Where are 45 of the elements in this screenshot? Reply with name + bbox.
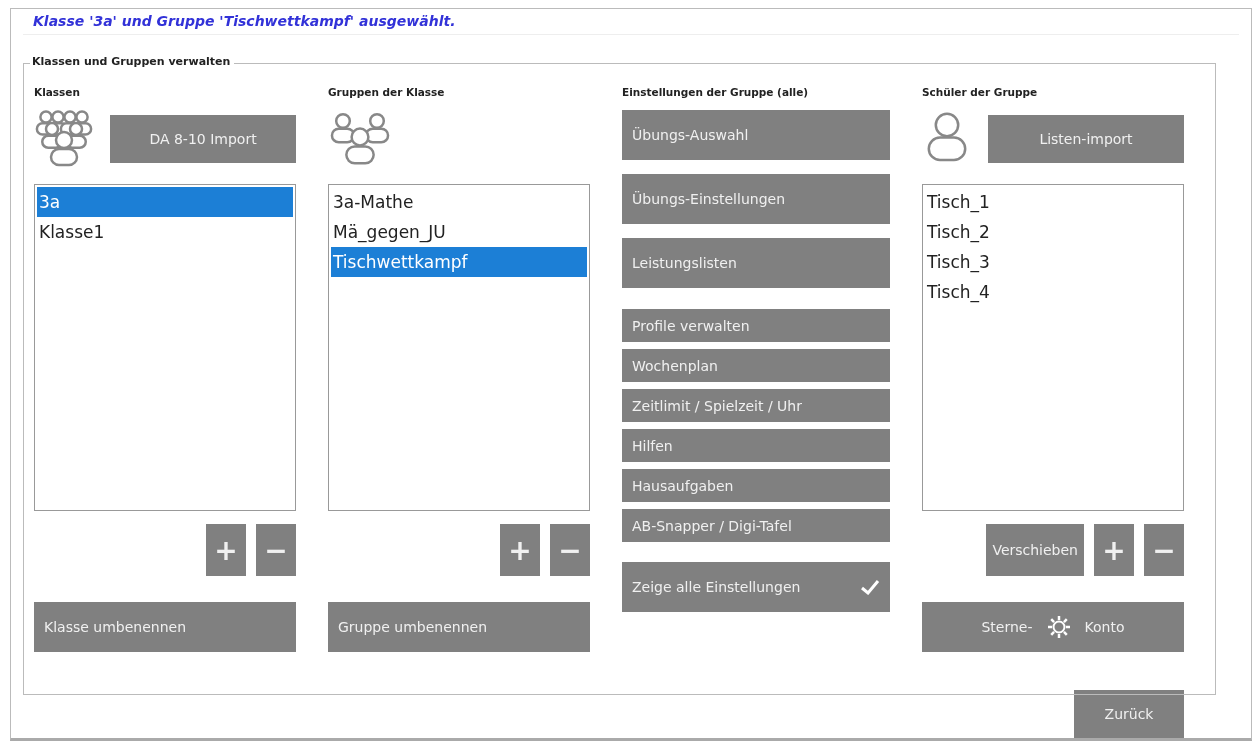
list-box[interactable]: 3a-Mathe Mä_gegen_JU Tischwettkampf bbox=[328, 184, 590, 512]
import-button[interactable]: DA 8-10 Import bbox=[110, 115, 296, 164]
settings-button[interactable]: Übungs-Auswahl bbox=[622, 110, 890, 161]
column-heading: Klassen bbox=[34, 86, 81, 101]
list-box[interactable]: 3a Klasse1 bbox=[34, 184, 296, 512]
button-label: Zeige alle Einstellungen bbox=[632, 579, 801, 596]
list-item[interactable]: Mä_gegen_JU bbox=[331, 217, 587, 248]
add-button[interactable]: + bbox=[1094, 524, 1134, 577]
rename-button[interactable]: Gruppe umbenennen bbox=[328, 602, 590, 653]
status-message: Klasse '3a' und Gruppe 'Tischwettkampf' ausgewählt. bbox=[23, 9, 1239, 36]
remove-button[interactable]: − bbox=[1144, 524, 1184, 577]
stars-account-button[interactable]: Sterne- Konto bbox=[922, 602, 1184, 653]
list-item[interactable]: Tisch_4 bbox=[925, 277, 1181, 308]
list-item[interactable]: 3a-Mathe bbox=[331, 187, 587, 218]
remove-button[interactable]: − bbox=[550, 524, 590, 577]
column-heading: Einstellungen der Gruppe (alle) bbox=[622, 86, 810, 101]
list-item[interactable]: Tischwettkampf bbox=[331, 247, 587, 278]
remove-button[interactable]: − bbox=[256, 524, 296, 577]
import-button[interactable]: Listen-import bbox=[988, 115, 1184, 164]
column-heading: Schüler der Gruppe bbox=[922, 86, 1039, 101]
settings-button[interactable]: Zeitlimit / Spielzeit / Uhr bbox=[622, 389, 890, 423]
list-item[interactable]: Tisch_3 bbox=[925, 247, 1181, 278]
button-label: Sterne- bbox=[981, 619, 1033, 636]
list-item[interactable]: 3a bbox=[37, 187, 293, 218]
settings-button[interactable]: Leistungslisten bbox=[622, 238, 890, 289]
move-button[interactable]: Verschieben bbox=[986, 524, 1084, 577]
button-label: Konto bbox=[1084, 619, 1125, 636]
back-button[interactable]: Zurück bbox=[1074, 690, 1184, 738]
settings-button[interactable]: Übungs-Einstellungen bbox=[622, 174, 890, 225]
sun-icon bbox=[1046, 615, 1071, 640]
column-heading: Gruppen der Klasse bbox=[328, 86, 446, 101]
add-button[interactable]: + bbox=[500, 524, 540, 577]
settings-button[interactable]: Hilfen bbox=[622, 429, 890, 463]
settings-button[interactable]: Profile verwalten bbox=[622, 309, 890, 343]
rename-button[interactable]: Klasse umbenennen bbox=[34, 602, 296, 653]
settings-button[interactable]: AB-Snapper / Digi-Tafel bbox=[622, 509, 890, 543]
group-box-title: Klassen und Gruppen verwalten bbox=[30, 55, 235, 69]
list-item[interactable]: Klasse1 bbox=[37, 217, 293, 248]
list-box[interactable]: Tisch_1 Tisch_2 Tisch_3 Tisch_4 bbox=[922, 184, 1184, 512]
add-button[interactable]: + bbox=[206, 524, 246, 577]
settings-button[interactable]: Hausaufgaben bbox=[622, 469, 890, 503]
list-item[interactable]: Tisch_2 bbox=[925, 217, 1181, 248]
settings-button[interactable]: Wochenplan bbox=[622, 349, 890, 383]
list-item[interactable]: Tisch_1 bbox=[925, 187, 1181, 218]
show-all-settings-button[interactable]: Zeige alle Einstellungen bbox=[622, 562, 890, 613]
